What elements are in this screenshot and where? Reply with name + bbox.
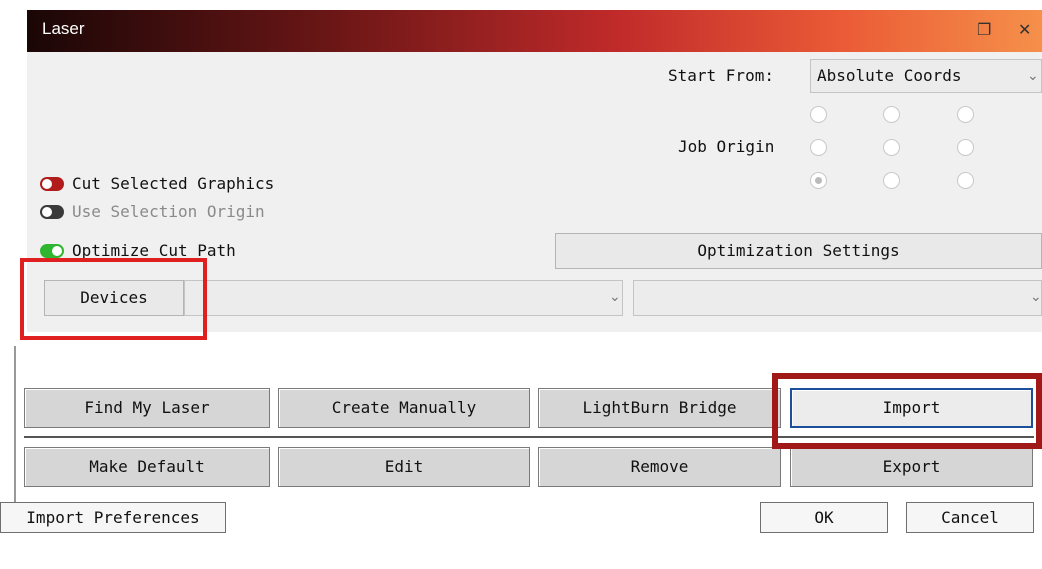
create-manually-button[interactable]: Create Manually <box>278 388 530 428</box>
restore-icon[interactable]: ❐ <box>977 20 991 39</box>
toggle-switch[interactable] <box>40 205 64 219</box>
origin-middle-left[interactable] <box>810 139 827 156</box>
make-default-button[interactable]: Make Default <box>24 447 270 487</box>
cancel-button[interactable]: Cancel <box>906 502 1034 533</box>
export-button[interactable]: Export <box>790 447 1033 487</box>
find-my-laser-button[interactable]: Find My Laser <box>24 388 270 428</box>
start-from-label: Start From: <box>668 66 774 85</box>
ok-button[interactable]: OK <box>760 502 888 533</box>
import-highlight <box>772 373 1042 449</box>
edit-button[interactable]: Edit <box>278 447 530 487</box>
origin-top-left[interactable] <box>810 106 827 123</box>
chevron-down-icon: ⌄ <box>609 289 621 305</box>
device-select[interactable]: ⌄ <box>184 280 623 316</box>
close-icon[interactable]: ✕ <box>1018 20 1031 39</box>
port-select[interactable]: ⌄ <box>633 280 1042 316</box>
lightburn-bridge-button[interactable]: LightBurn Bridge <box>538 388 781 428</box>
laser-title-bar[interactable]: Laser ❐ ✕ <box>27 10 1042 52</box>
origin-bottom-left[interactable] <box>810 172 827 189</box>
chevron-down-icon: ⌄ <box>1030 289 1042 305</box>
import-preferences-button[interactable]: Import Preferences <box>0 502 226 533</box>
start-from-value: Absolute Coords <box>817 66 962 85</box>
optimization-settings-button[interactable]: Optimization Settings <box>555 233 1042 269</box>
option-label: Cut Selected Graphics <box>72 174 275 193</box>
start-from-select[interactable]: Absolute Coords ⌄ <box>810 59 1042 93</box>
origin-top-center[interactable] <box>883 106 900 123</box>
laser-title: Laser <box>42 19 85 38</box>
origin-bottom-right[interactable] <box>957 172 974 189</box>
job-origin-grid <box>810 100 1042 198</box>
job-origin-label: Job Origin <box>678 137 775 156</box>
origin-bottom-center[interactable] <box>883 172 900 189</box>
origin-top-right[interactable] <box>957 106 974 123</box>
remove-button[interactable]: Remove <box>538 447 781 487</box>
toggle-switch[interactable] <box>40 244 64 258</box>
devices-highlight <box>20 258 207 340</box>
chevron-down-icon: ⌄ <box>1027 68 1039 84</box>
option-label: Use Selection Origin <box>72 202 265 221</box>
toggle-switch[interactable] <box>40 177 64 191</box>
origin-middle-right[interactable] <box>957 139 974 156</box>
origin-middle-center[interactable] <box>883 139 900 156</box>
